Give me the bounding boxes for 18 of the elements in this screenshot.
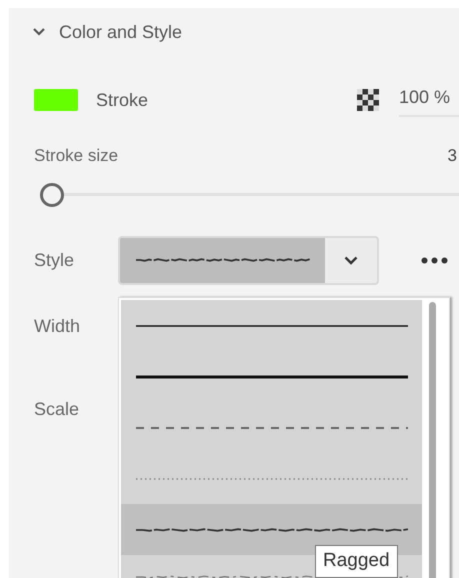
style-dropdown[interactable] (118, 236, 379, 284)
color-swatch[interactable] (34, 89, 78, 111)
stroke-label: Stroke (96, 88, 148, 112)
slider-track[interactable] (40, 182, 459, 206)
width-label: Width (34, 314, 80, 338)
tooltip: Ragged (315, 545, 398, 578)
checkerboard-icon (357, 89, 379, 111)
style-label: Style (34, 248, 76, 272)
scale-label: Scale (34, 398, 80, 420)
stroke-size-value: 3 (448, 145, 457, 167)
stroke-size-label: Stroke size (34, 145, 118, 167)
slider-thumb[interactable] (40, 182, 64, 206)
more-icon (421, 256, 448, 264)
chevron-icon (33, 28, 45, 36)
chevron-icon (344, 256, 358, 264)
opacity-field[interactable]: 100 % (399, 83, 459, 117)
section-header[interactable]: Color and Style (33, 18, 182, 46)
scrollbar[interactable] (429, 302, 436, 578)
